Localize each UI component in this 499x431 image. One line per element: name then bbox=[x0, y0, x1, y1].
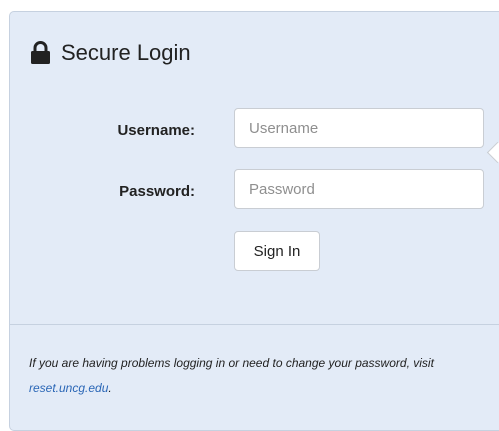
reset-link[interactable]: reset.uncg.edu bbox=[29, 381, 108, 395]
panel-divider bbox=[10, 324, 499, 325]
panel-title: Secure Login bbox=[61, 40, 191, 65]
password-label: Password: bbox=[119, 183, 195, 200]
password-input[interactable] bbox=[234, 169, 484, 209]
sign-in-button[interactable]: Sign In bbox=[234, 231, 320, 271]
username-input[interactable] bbox=[234, 108, 484, 148]
lock-icon bbox=[30, 41, 51, 65]
field-pointer bbox=[486, 141, 499, 164]
help-suffix: . bbox=[108, 381, 112, 395]
panel-header: Secure Login bbox=[30, 40, 191, 66]
username-label: Username: bbox=[117, 122, 195, 139]
help-text: If you are having problems logging in or… bbox=[29, 356, 434, 370]
secure-login-panel: Secure Login Username: Password: Sign In… bbox=[9, 11, 499, 431]
help-message: If you are having problems logging in or… bbox=[29, 351, 469, 401]
